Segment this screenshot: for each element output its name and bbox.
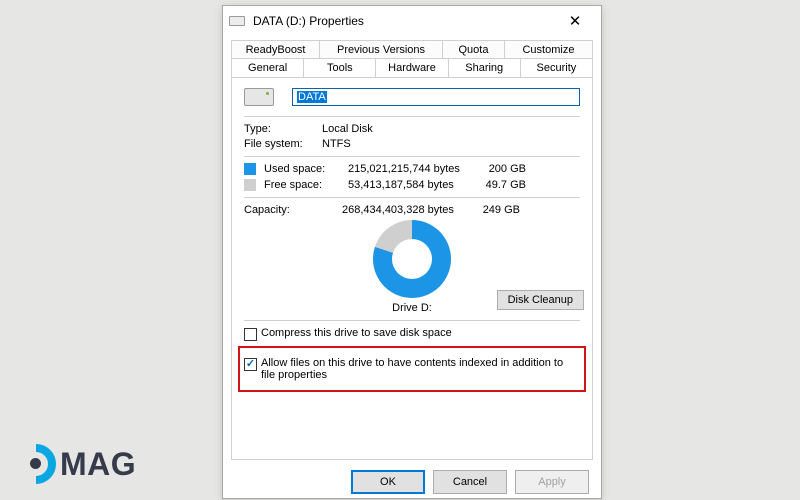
drive-label: Drive D: [392, 302, 432, 314]
ok-button[interactable]: OK [351, 470, 425, 494]
compress-label: Compress this drive to save disk space [261, 327, 452, 339]
tab-readyboost[interactable]: ReadyBoost [231, 40, 320, 59]
filesystem-label: File system: [244, 138, 322, 150]
drive-icon [229, 16, 245, 26]
capacity-bytes: 268,434,403,328 bytes [342, 204, 462, 216]
properties-dialog: DATA (D:) Properties ✕ ReadyBoost Previo… [222, 5, 602, 499]
apply-button[interactable]: Apply [515, 470, 589, 494]
tab-tools[interactable]: Tools [304, 58, 376, 77]
free-bytes: 53,413,187,584 bytes [348, 179, 468, 191]
tab-panel-general: DATA Type: Local Disk File system: NTFS … [231, 77, 593, 460]
compress-checkbox[interactable] [244, 328, 257, 341]
highlight-annotation: Allow files on this drive to have conten… [238, 346, 586, 392]
usage-pie-chart [373, 220, 451, 298]
free-label: Free space: [264, 179, 342, 191]
watermark-logo: MAG [16, 444, 136, 484]
used-hr: 200 GB [474, 163, 534, 175]
free-swatch [244, 179, 256, 191]
tab-general[interactable]: General [231, 58, 304, 77]
used-bytes: 215,021,215,744 bytes [348, 163, 468, 175]
watermark-text: MAG [60, 446, 136, 483]
capacity-label: Capacity: [244, 204, 336, 216]
close-button[interactable]: ✕ [555, 7, 595, 35]
compress-checkbox-row[interactable]: Compress this drive to save disk space [244, 327, 580, 341]
watermark-icon [16, 444, 56, 484]
tab-customize[interactable]: Customize [505, 40, 593, 59]
index-checkbox-row[interactable]: Allow files on this drive to have conten… [244, 357, 580, 381]
tab-quota[interactable]: Quota [443, 40, 505, 59]
type-label: Type: [244, 123, 322, 135]
tab-security[interactable]: Security [521, 58, 593, 77]
volume-label-input[interactable]: DATA [292, 88, 580, 106]
dialog-button-row: OK Cancel Apply [223, 466, 601, 498]
free-hr: 49.7 GB [474, 179, 534, 191]
used-label: Used space: [264, 163, 342, 175]
tab-previous-versions[interactable]: Previous Versions [320, 40, 443, 59]
filesystem-value: NTFS [322, 138, 351, 150]
index-checkbox[interactable] [244, 358, 257, 371]
index-label: Allow files on this drive to have conten… [261, 357, 580, 381]
drive-icon-large [244, 88, 274, 106]
used-swatch [244, 163, 256, 175]
tab-hardware[interactable]: Hardware [376, 58, 448, 77]
titlebar[interactable]: DATA (D:) Properties ✕ [223, 6, 601, 36]
tab-sharing[interactable]: Sharing [449, 58, 521, 77]
cancel-button[interactable]: Cancel [433, 470, 507, 494]
disk-cleanup-button[interactable]: Disk Cleanup [497, 290, 584, 310]
type-value: Local Disk [322, 123, 373, 135]
window-title: DATA (D:) Properties [253, 14, 555, 28]
capacity-hr: 249 GB [468, 204, 528, 216]
tab-strip: ReadyBoost Previous Versions Quota Custo… [223, 36, 601, 77]
